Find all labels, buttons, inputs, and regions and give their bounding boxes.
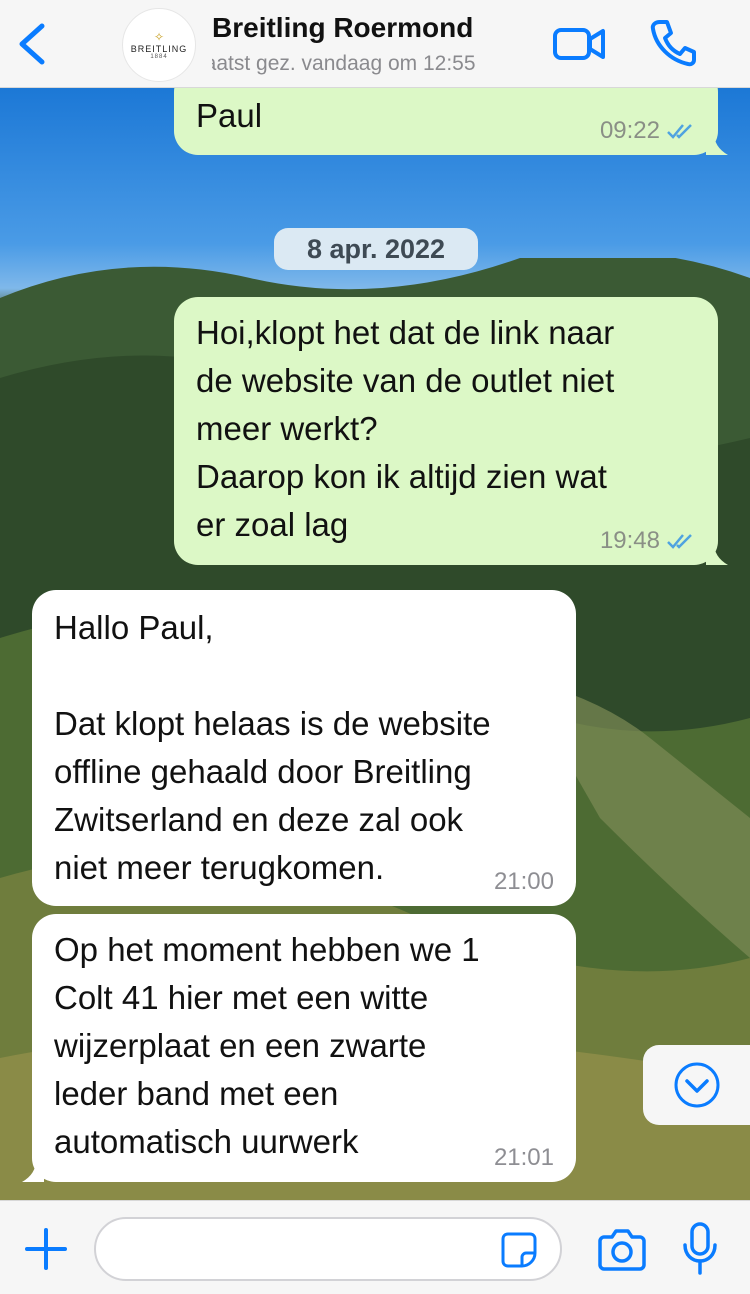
message-meta: 09:22	[600, 119, 696, 143]
message-meta: 19:48	[600, 529, 696, 553]
phone-icon[interactable]	[650, 18, 696, 68]
message-meta: 21:01	[494, 1146, 554, 1170]
message-input[interactable]	[94, 1217, 562, 1281]
avatar-brand: BREITLING	[130, 43, 188, 54]
camera-icon[interactable]	[598, 1227, 646, 1271]
message-line: Zwitserland en deze zal ook	[54, 801, 464, 838]
contact-name[interactable]: Breitling Roermond	[212, 12, 473, 44]
message-input-bar	[0, 1200, 750, 1294]
message-line: de website van de outlet niet	[196, 362, 615, 399]
chevron-left-icon[interactable]	[14, 20, 50, 68]
message-time: 21:00	[493, 868, 554, 895]
bubble-tail	[706, 133, 728, 155]
read-ticks-icon	[667, 124, 692, 139]
bubble-tail	[22, 1160, 44, 1182]
message-line: Hoi,klopt het dat de link naar	[196, 314, 615, 351]
message-line: Dat klopt helaas is de website	[54, 705, 491, 742]
message-line: offline gehaald door Breitling	[54, 753, 472, 790]
sticker-icon[interactable]	[500, 1231, 538, 1269]
message-line: meer werkt?	[196, 410, 378, 447]
plus-icon[interactable]	[24, 1227, 68, 1271]
avatar[interactable]: ✧ BREITLING 1884	[122, 8, 196, 82]
message-outgoing[interactable]: Paul 09:22	[174, 88, 728, 155]
last-seen-status: laatst gez. vandaag om 12:55	[212, 52, 476, 75]
message-incoming[interactable]: Hallo Paul, Dat klopt helaas is de websi…	[32, 590, 576, 906]
message-line: Op het moment hebben we 1	[54, 931, 480, 968]
message-text: Paul	[196, 97, 263, 134]
avatar-year: 1884	[150, 53, 168, 60]
chat-header: ✧ BREITLING 1884 Breitling Roermond laat…	[0, 0, 750, 88]
message-time: 19:48	[599, 527, 660, 554]
chat-area[interactable]: Paul 09:22 8 apr. 2022 Hoi,klopt het dat…	[0, 88, 750, 1200]
message-outgoing[interactable]: Hoi,klopt het dat de link naar de websit…	[174, 297, 728, 565]
scroll-to-bottom-button[interactable]	[643, 1045, 750, 1125]
message-time: 09:22	[599, 117, 660, 144]
message-line: wijzerplaat en een zwarte	[54, 1027, 427, 1064]
video-camera-icon[interactable]	[552, 24, 606, 64]
message-meta: 21:00	[494, 870, 554, 894]
message-line: Hallo Paul,	[54, 609, 214, 646]
message-time: 21:01	[493, 1144, 554, 1171]
date-separator: 8 apr. 2022	[274, 228, 478, 270]
breitling-logo-icon: ✧	[153, 29, 165, 44]
message-line: leder band met een	[54, 1075, 339, 1112]
message-incoming[interactable]: Op het moment hebben we 1 Colt 41 hier m…	[22, 914, 576, 1182]
bubble-tail	[706, 543, 728, 565]
read-ticks-icon	[667, 534, 692, 549]
message-line: Colt 41 hier met een witte	[54, 979, 429, 1016]
microphone-icon[interactable]	[680, 1221, 720, 1277]
message-line: Daarop kon ik altijd zien wat	[196, 458, 607, 495]
message-line	[54, 652, 576, 700]
chevron-down-circle-icon	[674, 1062, 719, 1108]
